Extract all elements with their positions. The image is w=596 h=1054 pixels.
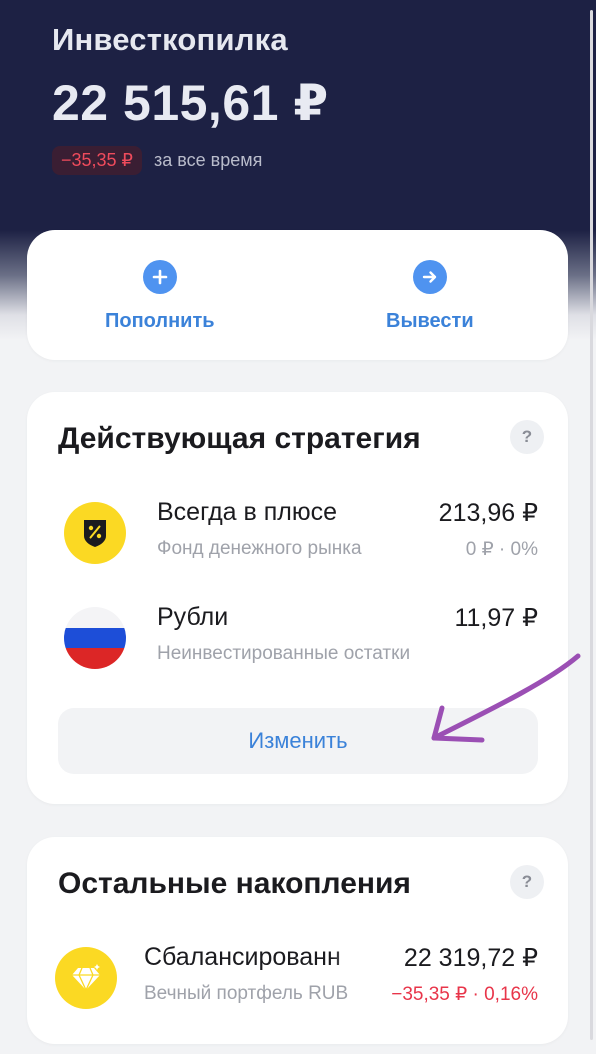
change-row: −35,35 ₽ за все время [52,146,329,175]
portfolio-change: −35,35 ₽ · 0,16% [391,984,538,1005]
topup-button[interactable]: Пополнить [105,260,215,333]
portfolio-name: Сбалансированн [144,943,341,971]
fund-subtitle: Фонд денежного рынка [157,538,362,559]
plus-icon [142,260,177,294]
withdraw-button[interactable]: Вывести [386,260,474,333]
portfolio-row[interactable]: Сбалансированн Вечный портфель RUB 22 31… [27,937,568,1017]
scrollbar[interactable] [590,10,593,1040]
russia-flag-icon [64,607,126,669]
savings-title: Остальные накопления [58,867,411,900]
topup-label: Пополнить [105,310,215,332]
fund-value: 11,97 ₽ [454,604,538,632]
change-badge: −35,35 ₽ [52,146,143,175]
header: Инвесткопилка 22 515,61 ₽ −35,35 ₽ за вс… [52,22,329,175]
annotation-arrow-icon [431,653,581,743]
percent-shield-icon [64,502,126,564]
fund-name: Всегда в плюсе [157,498,338,526]
portfolio-value: 22 319,72 ₽ [403,944,538,972]
fund-value: 213,96 ₽ [438,499,538,527]
page-title: Инвесткопилка [52,22,288,57]
fund-name: Рубли [157,603,229,631]
diamond-icon [55,947,117,1009]
fund-row-always-plus[interactable]: Всегда в плюсе Фонд денежного рынка 213,… [27,492,568,572]
fund-subtitle: Неинвестированные остатки [157,643,411,664]
fund-meta: 0 ₽ · 0% [465,539,538,560]
strategy-title: Действующая стратегия [58,422,421,455]
portfolio-subtitle: Вечный портфель RUB [144,983,349,1004]
change-caption: за все время [154,150,263,170]
actions-card: Пополнить Вывести [27,230,568,360]
strategy-help-button[interactable]: ? [510,420,544,454]
savings-help-button[interactable]: ? [510,865,544,899]
savings-card: Остальные накопления ? Сбалансированн Ве… [27,837,568,1044]
arrow-right-icon [412,260,447,294]
total-balance: 22 515,61 ₽ [52,75,329,131]
withdraw-label: Вывести [386,310,474,332]
